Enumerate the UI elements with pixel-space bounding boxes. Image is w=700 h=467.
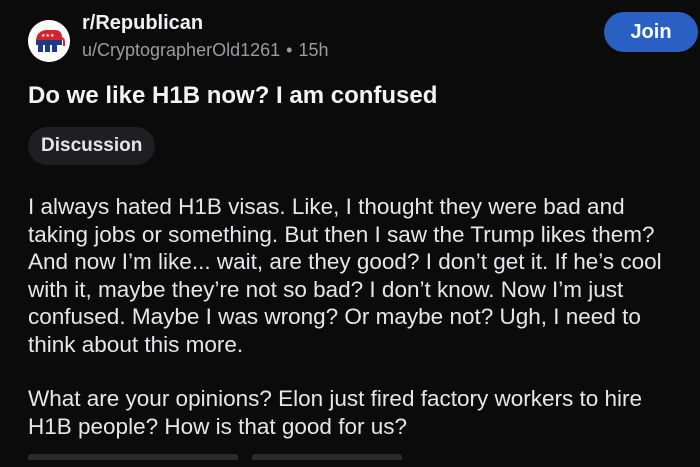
post-byline: u/CryptographerOld1261 • 15h: [82, 39, 328, 61]
author-name[interactable]: u/CryptographerOld1261: [82, 40, 280, 60]
svg-text:★★★: ★★★: [41, 33, 55, 39]
body-paragraph: I always hated H1B visas. Like, I though…: [28, 194, 662, 357]
post-flair[interactable]: Discussion: [28, 127, 156, 165]
subreddit-avatar-icon[interactable]: ★★★: [28, 20, 70, 62]
post-header: ★★★ r/Republican u/CryptographerOld1261 •…: [28, 12, 698, 62]
post-age: 15h: [298, 40, 329, 60]
post-card: ★★★ r/Republican u/CryptographerOld1261 •…: [0, 0, 700, 460]
post-body: I always hated H1B visas. Like, I though…: [28, 193, 683, 467]
post-meta: r/Republican u/CryptographerOld1261 • 15h: [82, 12, 328, 61]
join-button[interactable]: Join: [604, 12, 698, 52]
subreddit-name[interactable]: r/Republican: [82, 12, 328, 34]
post-title[interactable]: Do we like H1B now? I am confused: [28, 80, 437, 112]
body-paragraph: What are your opinions? Elon just fired …: [28, 386, 643, 439]
action-bar-partial: [252, 454, 402, 460]
republican-elephant-icon: ★★★: [28, 20, 70, 62]
action-bar-partial: [28, 454, 238, 460]
separator-dot: •: [286, 40, 293, 60]
